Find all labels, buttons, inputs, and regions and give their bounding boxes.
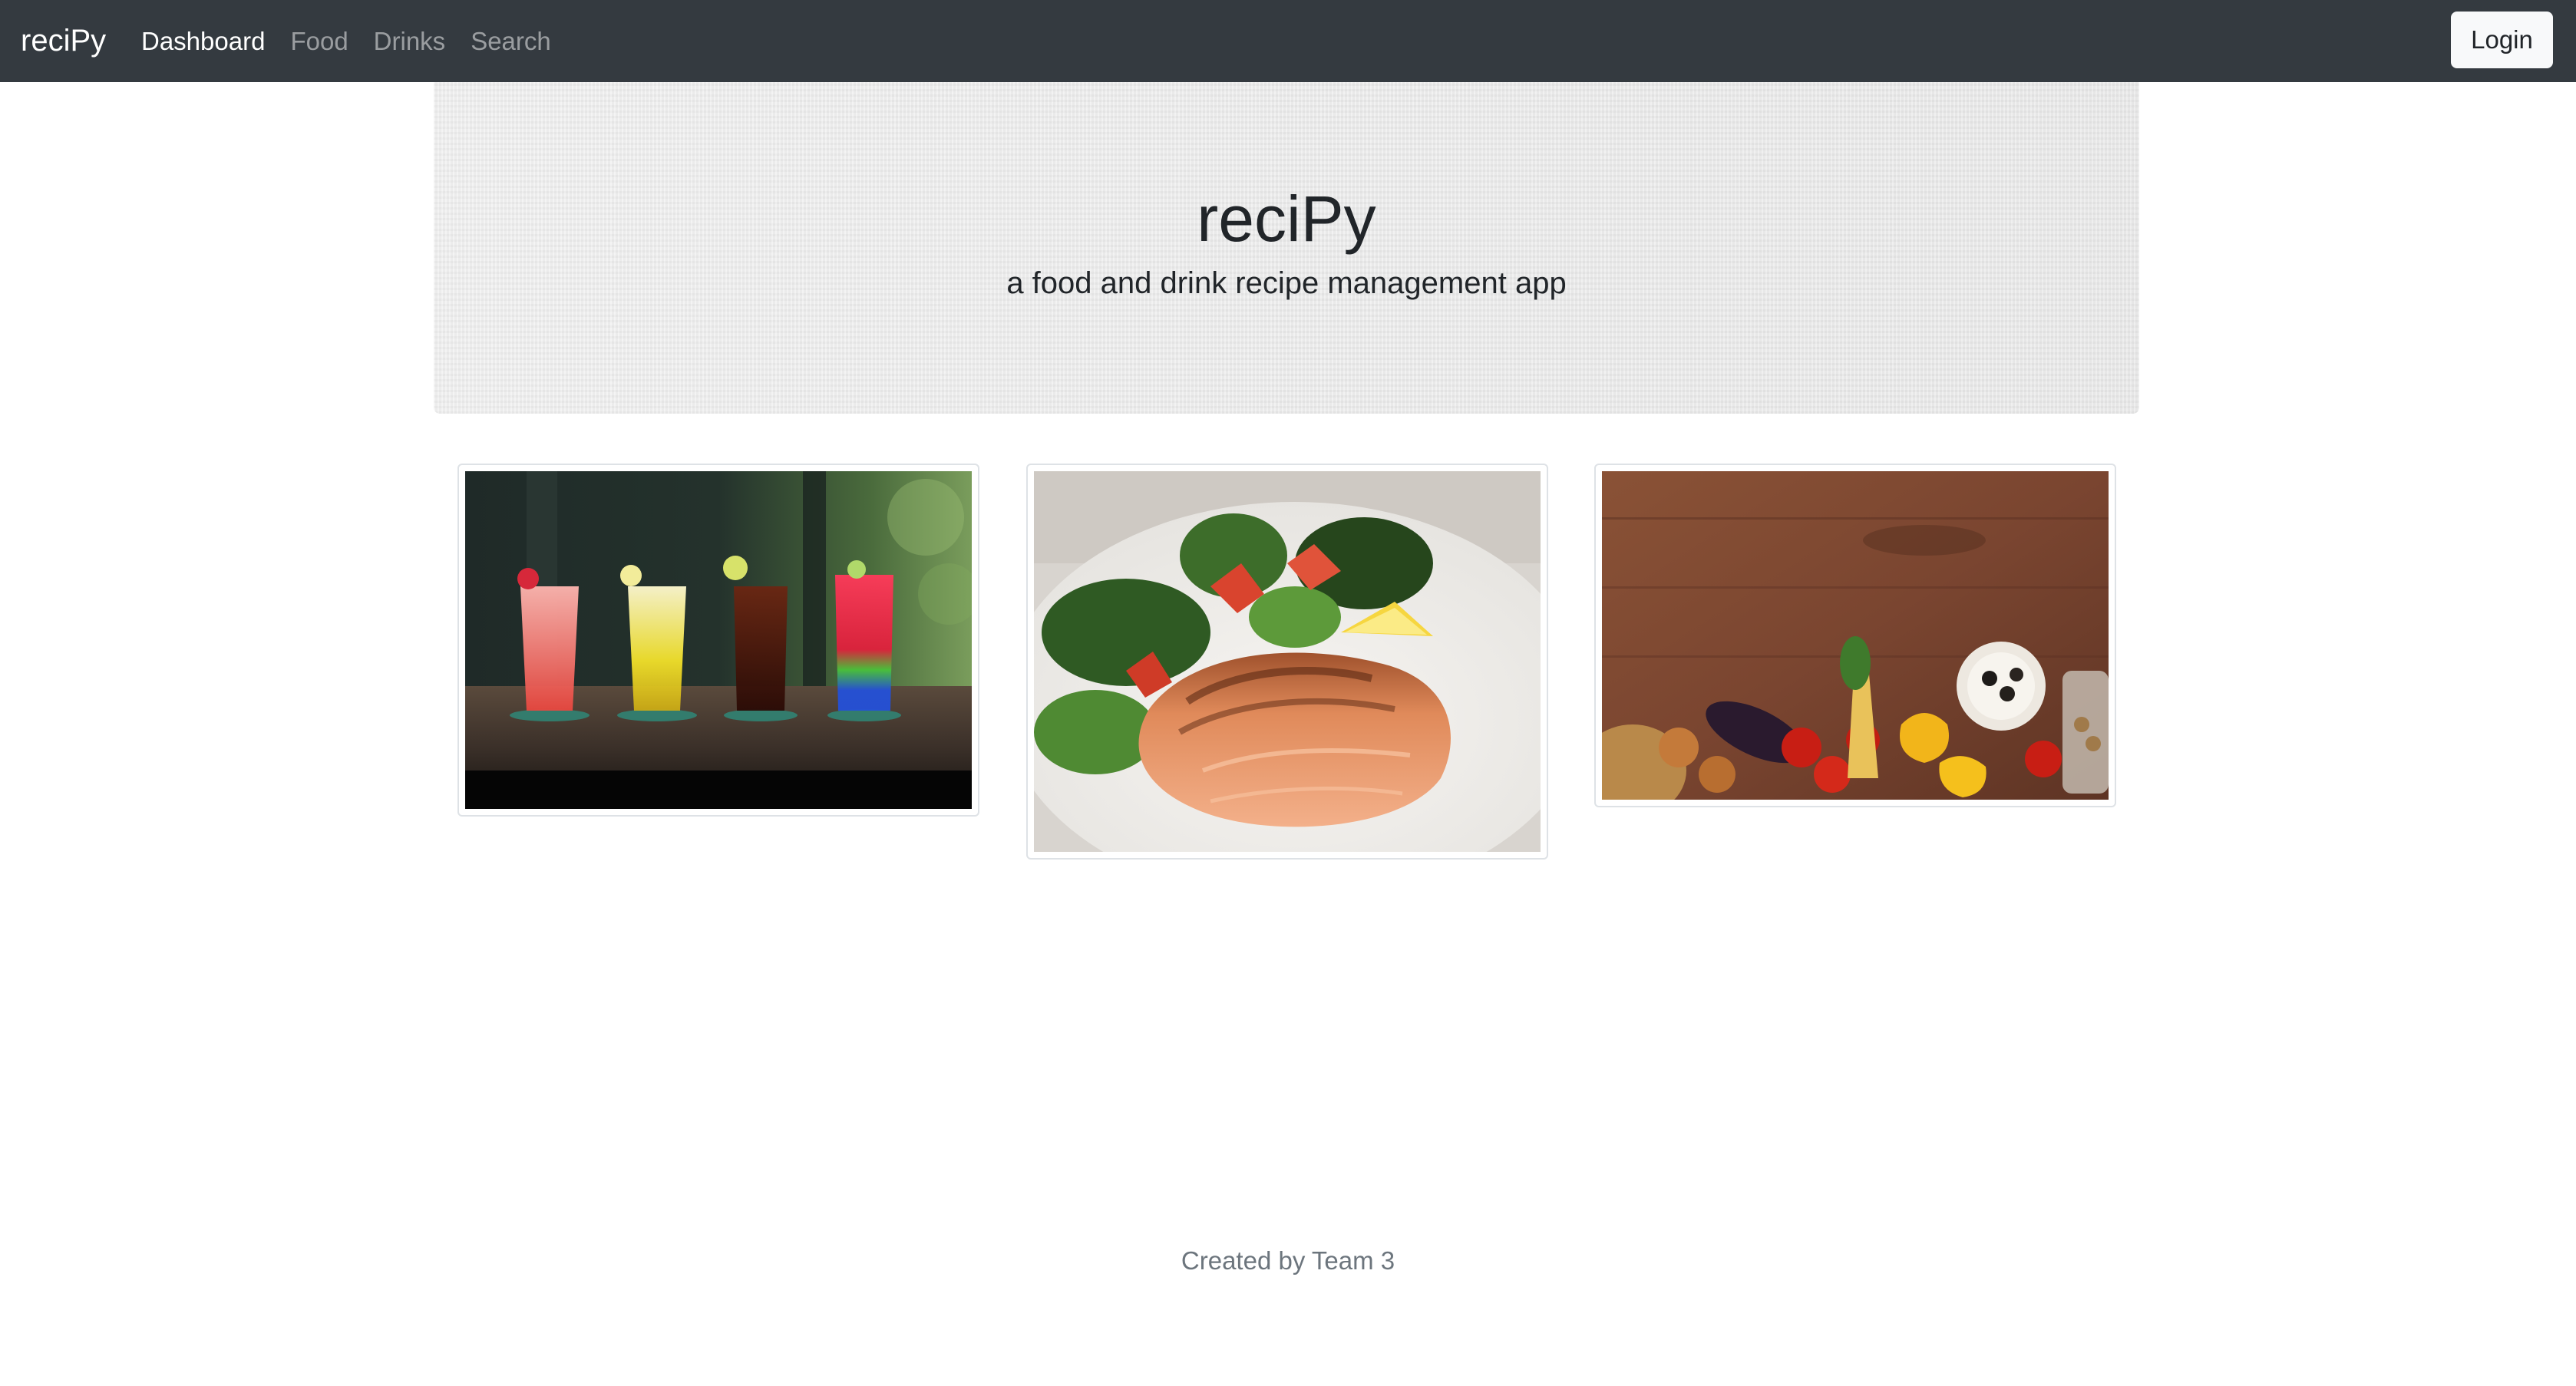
hero-jumbotron: reciPy a food and drink recipe managemen…: [434, 82, 2139, 414]
hero-subtitle: a food and drink recipe management app: [1006, 266, 1567, 300]
cocktails-image: [465, 471, 972, 809]
vegetables-on-wood-image: [1602, 471, 2109, 800]
food-card[interactable]: [1026, 464, 1548, 860]
nav-link-dashboard[interactable]: Dashboard: [141, 0, 265, 82]
page-footer: Created by Team 3: [0, 1246, 2576, 1275]
grilled-salmon-image: [1034, 471, 1541, 852]
drinks-card[interactable]: [457, 464, 979, 817]
recipes-card[interactable]: [1594, 464, 2116, 807]
top-navbar: reciPy Dashboard Food Drinks Search Logi…: [0, 0, 2576, 82]
footer-credit: Created by Team 3: [1181, 1246, 1395, 1275]
nav-link-search[interactable]: Search: [471, 0, 551, 82]
brand-link[interactable]: reciPy: [21, 0, 106, 82]
nav-links: Dashboard Food Drinks Search: [141, 0, 576, 82]
nav-link-food[interactable]: Food: [290, 0, 348, 82]
nav-link-drinks[interactable]: Drinks: [374, 0, 446, 82]
hero-title: reciPy: [1197, 183, 1376, 255]
login-button[interactable]: Login: [2451, 12, 2553, 68]
